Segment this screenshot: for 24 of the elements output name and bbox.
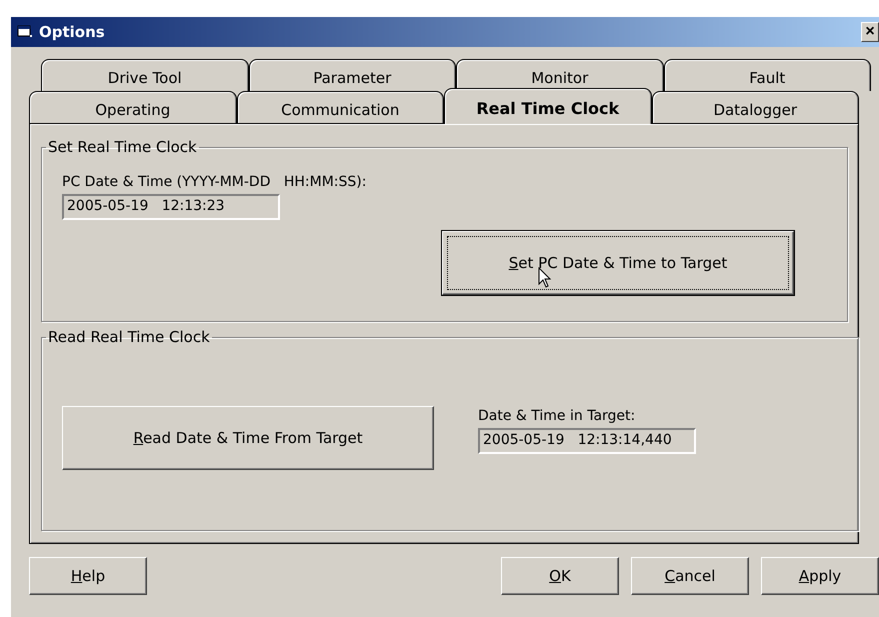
dialog-button[interactable]: Cancel: [631, 557, 749, 595]
tab[interactable]: Real Time Clock: [444, 88, 652, 124]
tab[interactable]: Parameter: [248, 59, 456, 91]
tab[interactable]: Communication: [236, 91, 444, 123]
date-time-field[interactable]: 2005-05-19 12:13:23: [62, 194, 280, 220]
dialog-button[interactable]: OK: [501, 557, 619, 595]
window-title: Options: [39, 23, 106, 41]
field-label: Date & Time in Target:: [478, 408, 636, 424]
tab[interactable]: Fault: [664, 59, 871, 91]
window-icon: [17, 25, 33, 39]
set-time-button[interactable]: Set PC Date & Time to Target: [442, 231, 794, 295]
date-time-field[interactable]: 2005-05-19 12:13:14,440: [478, 428, 696, 454]
close-button[interactable]: ×: [861, 22, 879, 42]
mouse-pointer-icon: [538, 267, 552, 289]
field-label: PC Date & Time (YYYY-MM-DD HH:MM:SS):: [62, 174, 368, 190]
tab[interactable]: Drive Tool: [41, 59, 248, 91]
group-title: Read Real Time Clock: [47, 328, 211, 346]
tab[interactable]: Datalogger: [652, 91, 859, 123]
group-title: Set Real Time Clock: [47, 138, 198, 156]
read-time-button[interactable]: Read Date & Time From Target: [62, 406, 434, 470]
dialog-button[interactable]: Apply: [761, 557, 879, 595]
tab[interactable]: Monitor: [456, 59, 664, 91]
dialog-button[interactable]: Help: [29, 557, 147, 595]
tab[interactable]: Operating: [29, 91, 236, 123]
